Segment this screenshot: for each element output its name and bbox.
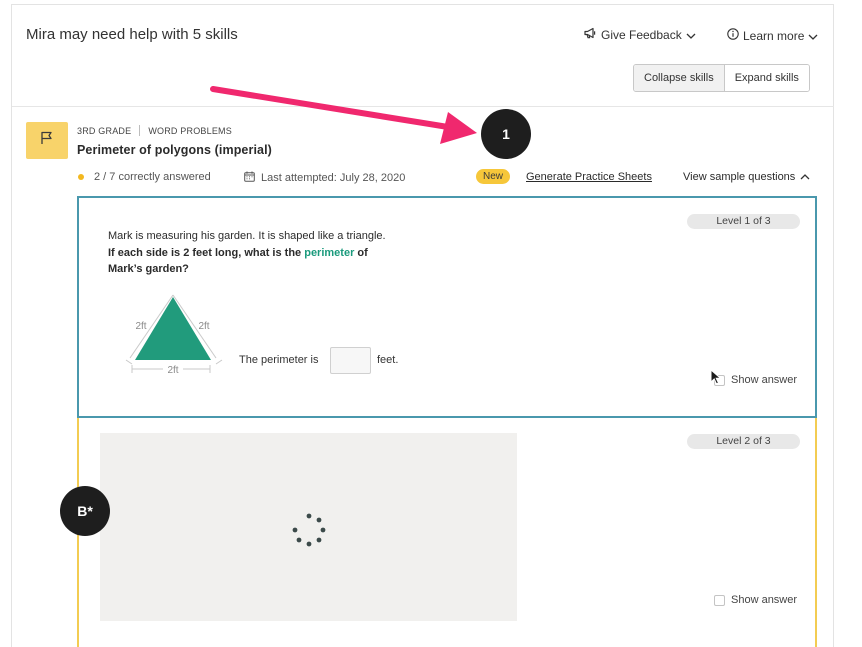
collapse-skills-button[interactable]: Collapse skills [634, 65, 725, 91]
header-divider [12, 106, 834, 107]
skills-view-toggle: Collapse skills Expand skills [633, 64, 810, 92]
eyebrow-separator [139, 125, 141, 136]
level-pill: Level 2 of 3 [687, 434, 800, 449]
info-icon [727, 28, 739, 43]
view-sample-label: View sample questions [683, 171, 796, 183]
triangle-diagram: 2ft 2ft 2ft [125, 294, 223, 376]
view-sample-questions-toggle[interactable]: View sample questions [683, 171, 810, 183]
perimeter-prefix: The perimeter is [239, 354, 319, 366]
perimeter-keyword: perimeter [304, 246, 355, 259]
learn-more-button[interactable]: Learn more [727, 28, 818, 43]
side-label-left: 2ft [135, 321, 146, 332]
chevron-down-icon [686, 28, 696, 42]
calendar-icon [244, 171, 255, 185]
last-attempted: Last attempted: July 28, 2020 [244, 171, 405, 185]
side-label-right: 2ft [198, 321, 209, 332]
perimeter-suffix: feet. [377, 354, 399, 366]
skill-grade: 3RD GRADE [77, 125, 132, 136]
chevron-down-icon [808, 29, 818, 43]
show-answer-label: Show answer [731, 374, 798, 386]
score-text: 2 / 7 correctly answered [94, 171, 211, 183]
mouse-cursor-icon [710, 369, 722, 385]
last-attempted-text: Last attempted: July 28, 2020 [261, 172, 406, 184]
callout-marker-1: 1 [481, 109, 531, 159]
skill-eyebrow: 3RD GRADE WORD PROBLEMS [77, 125, 232, 136]
new-badge: New [476, 169, 511, 184]
learn-more-label: Learn more [743, 28, 805, 43]
perimeter-answer-input[interactable] [330, 347, 371, 374]
flag-icon [39, 130, 55, 151]
skill-flag-tile [26, 122, 68, 159]
show-answer-toggle[interactable]: Show answer [714, 374, 797, 386]
generate-practice-sheets-link[interactable]: Generate Practice Sheets [526, 171, 652, 183]
question-line-3: Mark’s garden? [108, 263, 189, 275]
expand-skills-button[interactable]: Expand skills [724, 65, 809, 91]
show-answer-label: Show answer [731, 594, 798, 606]
callout-marker-b: B* [60, 486, 110, 536]
give-feedback-label: Give Feedback [601, 27, 682, 42]
megaphone-icon [584, 27, 597, 42]
chevron-up-icon [800, 171, 810, 183]
score-status-dot [78, 174, 84, 180]
question-text: Mark is measuring his garden. It is shap… [108, 228, 428, 278]
side-label-bottom: 2ft [167, 365, 178, 376]
show-answer-checkbox[interactable] [714, 594, 725, 606]
page-title: Mira may need help with 5 skills [26, 26, 238, 43]
give-feedback-button[interactable]: Give Feedback [584, 27, 696, 42]
skill-title: Perimeter of polygons (imperial) [77, 143, 272, 157]
skill-score: 2 / 7 correctly answered [78, 171, 211, 183]
question-line-2: If each side is 2 feet long, what is the… [108, 246, 368, 259]
skill-category: WORD PROBLEMS [148, 125, 232, 136]
loading-spinner-icon [292, 513, 326, 547]
question-line-1: Mark is measuring his garden. It is shap… [108, 230, 386, 242]
level-pill: Level 1 of 3 [687, 214, 800, 229]
show-answer-toggle[interactable]: Show answer [714, 594, 797, 606]
